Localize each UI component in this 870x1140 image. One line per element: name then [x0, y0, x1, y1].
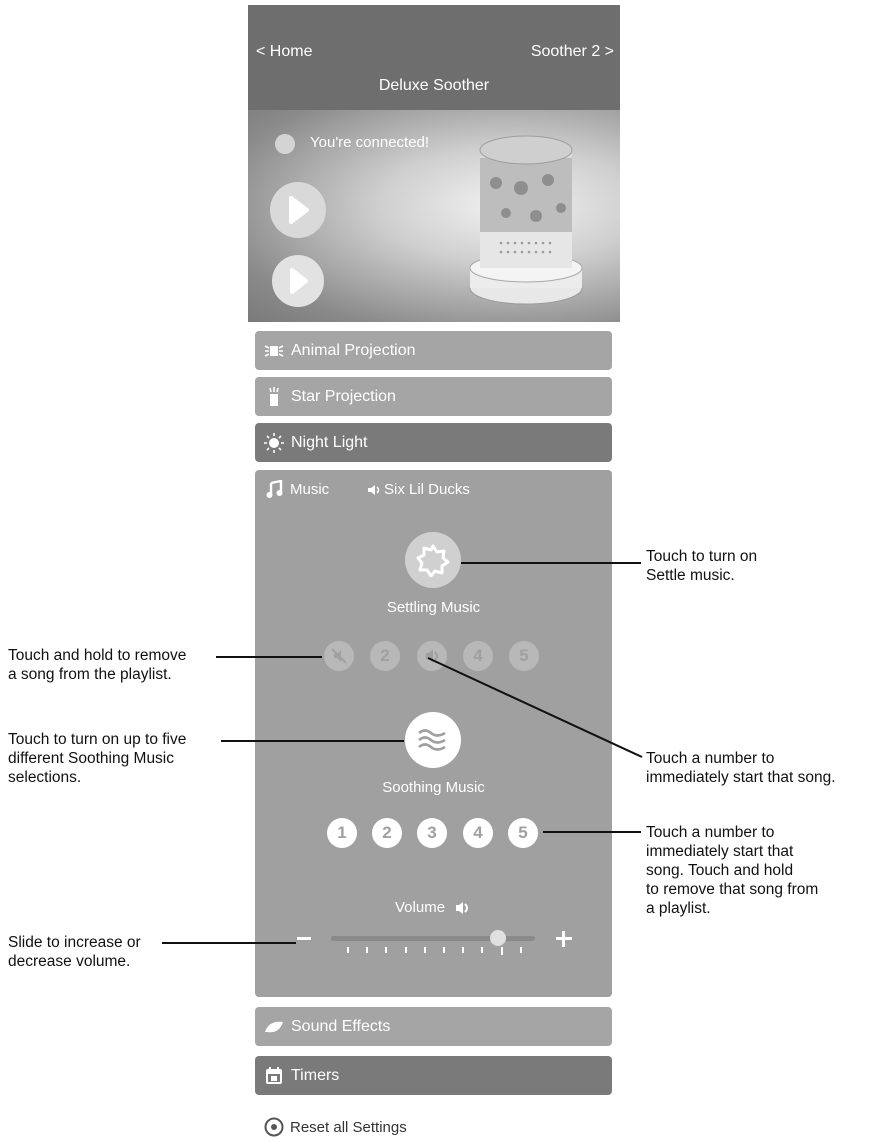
sound-effects-row[interactable]: Sound Effects: [255, 1007, 612, 1046]
callout-line: a playlist.: [646, 900, 711, 917]
callout-line: immediately start that: [646, 843, 794, 860]
callout-line: selections.: [8, 769, 82, 786]
volume-slider-knob[interactable]: [490, 930, 507, 946]
projector-icon: [264, 344, 284, 357]
play-button-large[interactable]: [270, 182, 326, 238]
soothing-song-3[interactable]: 3: [417, 818, 447, 848]
callout-line: Touch to turn on up to five: [8, 731, 187, 748]
callout-leader-volume: [162, 942, 296, 944]
soothing-song-number: 2: [382, 823, 392, 842]
settling-music-label: Settling Music: [386, 599, 481, 616]
volume-label: Volume: [395, 899, 446, 916]
callout-leader-soothing: [221, 740, 404, 742]
volume-ticks: [347, 947, 522, 955]
page-title: Deluxe Soother: [378, 77, 490, 94]
soothing-song-number: 1: [337, 823, 347, 842]
volume-tick: [481, 947, 484, 953]
reset-all-settings-link[interactable]: Reset all Settings: [264, 1117, 407, 1137]
current-song-label: Six Lil Ducks: [384, 481, 470, 498]
volume-tick: [385, 947, 388, 953]
callout-line: Touch and hold to remove: [8, 647, 187, 664]
soothing-song-4[interactable]: 4: [463, 818, 493, 848]
callout-line: Touch to turn on: [646, 548, 758, 565]
volume-decrease-button[interactable]: [297, 937, 311, 940]
volume-increase-plus-bar: [562, 931, 565, 947]
music-note-icon: [266, 480, 283, 498]
callout-line: decrease volume.: [8, 953, 131, 970]
night-light-row[interactable]: Night Light: [255, 423, 612, 462]
star-projector-icon: [269, 386, 279, 406]
callout-line: to remove that song from: [646, 881, 819, 898]
callout-leader-start-song: [427, 657, 643, 758]
volume-tick: [366, 947, 369, 953]
night-light-icon: [264, 432, 284, 453]
callout-line: Settle music.: [646, 567, 735, 584]
settling-song-2[interactable]: 2: [370, 641, 400, 671]
play-button-small[interactable]: [272, 255, 324, 307]
callout-line: a song from the playlist.: [8, 666, 172, 683]
callout-line: Touch a number to: [646, 750, 775, 767]
callout-soothing: Touch to turn on up to five different So…: [8, 730, 186, 787]
callout-line: Slide to increase or: [8, 934, 141, 951]
volume-tick: [500, 947, 503, 955]
soother-device-image: [469, 135, 583, 305]
night-light-label: Night Light: [291, 433, 368, 451]
gear-icon: [264, 1117, 284, 1137]
play-icon: [290, 268, 308, 294]
volume-slider-fill: [331, 936, 499, 941]
settling-song-1-removed[interactable]: [324, 641, 354, 671]
timers-label: Timers: [291, 1066, 340, 1084]
callout-leader-remove: [216, 656, 322, 658]
settling-song-number: 2: [380, 646, 390, 665]
soothing-song-5[interactable]: 5: [508, 818, 538, 848]
callout-number-hold: Touch a number to immediately start that…: [646, 823, 818, 918]
sound-effects-label: Sound Effects: [291, 1017, 391, 1035]
volume-slider-track[interactable]: [331, 930, 535, 946]
callout-settle: Touch to turn on Settle music.: [646, 547, 757, 585]
callout-leader-number-hold: [543, 831, 641, 833]
callout-line: immediately start that song.: [646, 769, 836, 786]
volume-tick: [519, 947, 522, 953]
app-header: < Home Soother 2 > Deluxe Soother: [248, 5, 620, 110]
next-soother-button[interactable]: Soother 2 >: [531, 43, 614, 61]
animal-projection-label: Animal Projection: [291, 341, 416, 359]
callout-start-song: Touch a number to immediately start that…: [646, 749, 836, 787]
settle-sun-icon: [416, 544, 450, 577]
leaf-icon: [265, 1021, 283, 1032]
connection-status-dot: [275, 134, 295, 154]
callout-line: song. Touch and hold: [646, 862, 794, 879]
animal-projection-row[interactable]: Animal Projection: [255, 331, 612, 370]
callout-line: different Soothing Music: [8, 750, 175, 767]
callout-volume: Slide to increase or decrease volume.: [8, 933, 141, 971]
play-icon: [289, 196, 309, 224]
volume-tick: [462, 947, 465, 953]
calendar-icon: [266, 1066, 282, 1084]
volume-tick: [423, 947, 426, 953]
volume-tick: [404, 947, 407, 953]
soothing-song-number: 3: [427, 823, 437, 842]
soothing-song-number: 4: [473, 823, 483, 842]
star-projection-row[interactable]: Star Projection: [255, 377, 612, 416]
settling-music-button[interactable]: [405, 532, 461, 588]
volume-icon: [456, 902, 468, 914]
soothing-music-label: Soothing Music: [382, 779, 485, 796]
soothing-song-2[interactable]: 2: [372, 818, 402, 848]
volume-tick: [443, 947, 445, 953]
volume-tick: [347, 947, 349, 953]
callout-leader-settle: [461, 562, 641, 564]
reset-all-settings-label: Reset all Settings: [290, 1118, 407, 1136]
callout-line: Touch a number to: [646, 824, 775, 841]
soothing-song-1[interactable]: 1: [327, 818, 357, 848]
callout-remove: Touch and hold to remove a song from the…: [8, 646, 186, 684]
muted-speaker-icon: [331, 648, 347, 664]
star-projection-label: Star Projection: [291, 387, 396, 405]
timers-row[interactable]: Timers: [255, 1056, 612, 1095]
speaker-icon: [368, 485, 380, 495]
back-home-button[interactable]: < Home: [256, 43, 312, 61]
soothing-song-number: 5: [518, 823, 528, 842]
connection-status-text: You're connected!: [310, 134, 430, 151]
music-label: Music: [290, 481, 330, 498]
device-hero: You're connected!: [248, 110, 620, 322]
